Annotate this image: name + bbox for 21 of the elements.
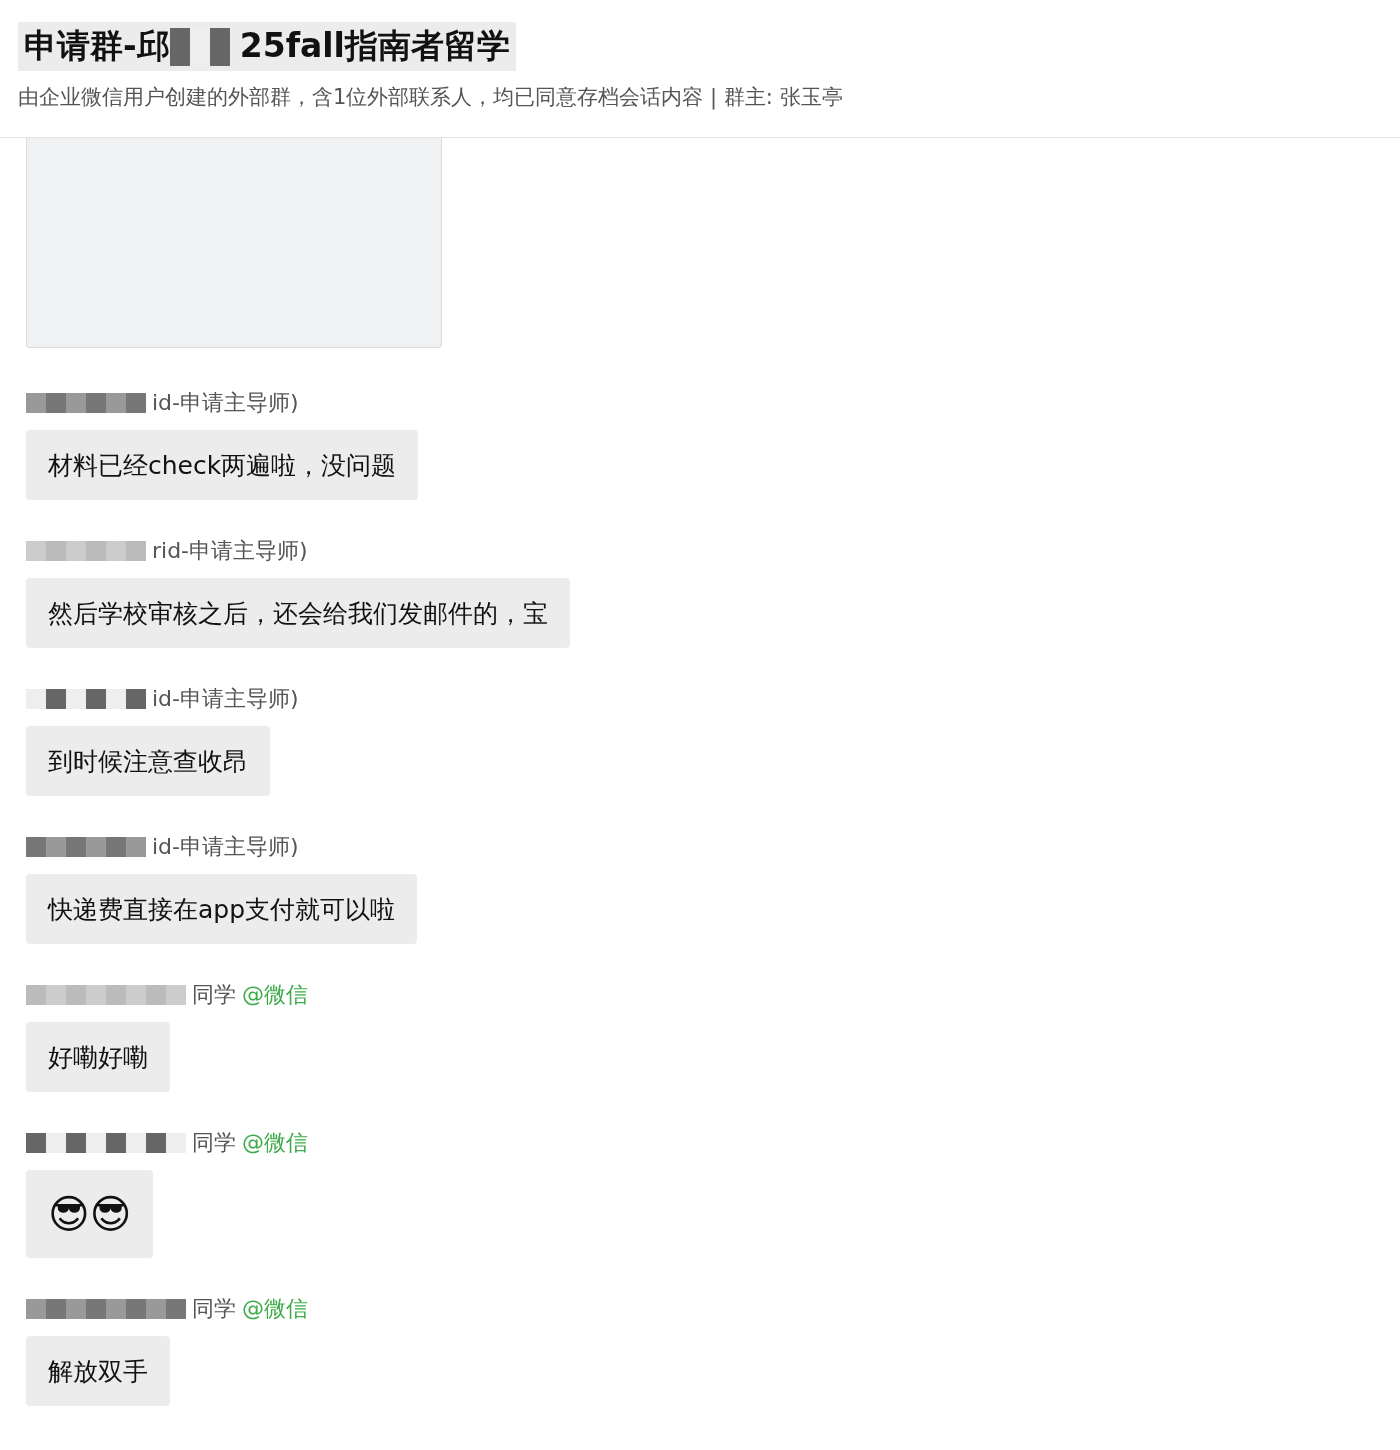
group-title: 申请群-邱 (24, 25, 170, 67)
message-bubble: 到时候注意查收昂 (26, 726, 270, 796)
sender-name: id-申请主导师) (152, 685, 299, 713)
image-placeholder[interactable] (26, 138, 442, 348)
sender-name: 同学 (192, 1129, 236, 1157)
sender-name: 同学 (192, 1295, 236, 1323)
sender-source: @微信 (242, 1129, 308, 1157)
message-bubble: 材料已经check两遍啦，没问题 (26, 430, 419, 500)
sender-name: id-申请主导师) (152, 389, 299, 417)
group-title: 25fall指南者留学 (239, 25, 510, 67)
message-bubble: 解放双手 (26, 1336, 170, 1406)
sender-source: @微信 (242, 1295, 308, 1323)
group-description: 由企业微信用户创建的外部群，含1位外部联系人，均已同意存档会话内容 | 群主: 张玉亭 (18, 84, 844, 111)
sender-name: 同学 (192, 981, 236, 1009)
message-bubble: 快递费直接在app支付就可以啦 (26, 874, 418, 944)
sender-name: id-申请主导师) (152, 833, 299, 861)
message-bubble: 好嘞好嘞 (26, 1022, 170, 1092)
sender-source: @微信 (242, 981, 308, 1009)
message-bubble: 然后学校审核之后，还会给我们发邮件的，宝 (26, 578, 570, 648)
sender-name: rid-申请主导师) (152, 537, 308, 565)
emoji-message: 😎😎 (26, 1170, 154, 1258)
